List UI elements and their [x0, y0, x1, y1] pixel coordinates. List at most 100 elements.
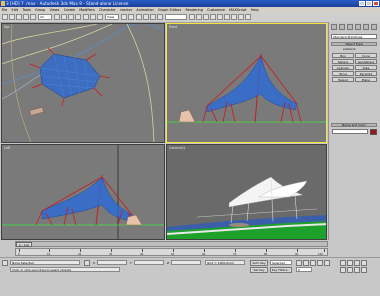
- selection-region-icon[interactable]: [68, 14, 74, 20]
- tick-label: 20: [78, 252, 82, 256]
- select-object-icon[interactable]: [54, 14, 60, 20]
- hierarchy-tab-icon[interactable]: [347, 24, 353, 30]
- next-frame-icon[interactable]: [317, 260, 323, 266]
- key-filters-button[interactable]: Key Filters...: [270, 267, 292, 273]
- minimize-button[interactable]: [359, 1, 365, 6]
- selection-filter-dropdown[interactable]: All: [38, 14, 52, 20]
- object-type-rollout[interactable]: Object Type: [331, 42, 377, 46]
- left-view-scene: [2, 145, 164, 239]
- geosphere-button[interactable]: GeoSphere: [355, 59, 377, 64]
- go-to-start-icon[interactable]: [296, 260, 302, 266]
- select-by-name-icon[interactable]: [61, 14, 67, 20]
- time-slider[interactable]: 0 / 100: [16, 242, 32, 247]
- undo-icon[interactable]: [2, 14, 8, 20]
- autogrid-checkbox[interactable]: AutoGrid: [343, 47, 355, 51]
- redo-icon[interactable]: [9, 14, 15, 20]
- app-icon: [1, 1, 5, 6]
- move-icon[interactable]: [83, 14, 89, 20]
- reference-coordinate-dropdown[interactable]: View: [105, 14, 119, 20]
- viewport-label[interactable]: Camera01: [169, 146, 186, 150]
- object-name-field[interactable]: [332, 129, 368, 134]
- material-editor-icon[interactable]: [224, 14, 230, 20]
- go-to-end-icon[interactable]: [324, 260, 330, 266]
- align-icon[interactable]: [196, 14, 202, 20]
- object-color-swatch[interactable]: [370, 129, 377, 135]
- y-coordinate-field[interactable]: [134, 260, 164, 265]
- select-link-icon[interactable]: [16, 14, 22, 20]
- mirror-icon[interactable]: [189, 14, 195, 20]
- plane-button[interactable]: Plane: [355, 77, 377, 82]
- unlink-icon[interactable]: [23, 14, 29, 20]
- create-tab-icon[interactable]: [331, 24, 337, 30]
- angle-snap-icon[interactable]: [143, 14, 149, 20]
- tick-label: 60: [202, 252, 206, 256]
- maximize-button[interactable]: [366, 1, 372, 6]
- z-coordinate-field[interactable]: [171, 260, 201, 265]
- auto-key-button[interactable]: Auto Key: [250, 260, 268, 266]
- schematic-view-icon[interactable]: [217, 14, 223, 20]
- torus-button[interactable]: Torus: [332, 71, 354, 76]
- track-bar[interactable]: 0 10 20 30 40 50 60 70 80 90 100: [15, 248, 328, 256]
- named-selection-sets[interactable]: [165, 14, 187, 20]
- scale-icon[interactable]: [97, 14, 103, 20]
- layer-manager-icon[interactable]: [203, 14, 209, 20]
- viewport-camera[interactable]: Camera01: [166, 144, 327, 240]
- grid-size-status: Grid = 1000.0mm: [205, 260, 245, 265]
- tick-label: 30: [109, 252, 113, 256]
- current-frame-field[interactable]: 0: [296, 267, 312, 272]
- set-key-button[interactable]: Set Key: [250, 267, 268, 273]
- time-slider-bar[interactable]: 0 / 100: [15, 241, 328, 247]
- viewport-label[interactable]: Left: [4, 146, 10, 150]
- rotate-icon[interactable]: [90, 14, 96, 20]
- window-crossing-icon[interactable]: [75, 14, 81, 20]
- pivot-center-icon[interactable]: [121, 14, 127, 20]
- selection-status: None Selected: [10, 260, 80, 265]
- curve-editor-icon[interactable]: [210, 14, 216, 20]
- previous-frame-icon[interactable]: [303, 260, 309, 266]
- viewport-left[interactable]: Left: [1, 144, 165, 240]
- x-coordinate-field[interactable]: [97, 260, 127, 265]
- utilities-tab-icon[interactable]: [371, 24, 377, 30]
- teapot-button[interactable]: Teapot: [332, 77, 354, 82]
- bind-space-warp-icon[interactable]: [30, 14, 36, 20]
- quick-render-icon[interactable]: [245, 14, 251, 20]
- pyramid-button[interactable]: Pyramid: [355, 71, 377, 76]
- box-button[interactable]: Box: [332, 53, 354, 58]
- zoom-extents-all-icon[interactable]: [361, 260, 367, 266]
- select-manipulate-icon[interactable]: [128, 14, 134, 20]
- cone-button[interactable]: Cone: [355, 53, 377, 58]
- cylinder-button[interactable]: Cylinder: [332, 65, 354, 70]
- snap-toggle-icon[interactable]: [136, 14, 142, 20]
- play-icon[interactable]: [310, 260, 316, 266]
- name-and-color-rollout[interactable]: Name and Color: [331, 123, 377, 127]
- viewport-label[interactable]: Front: [169, 25, 177, 29]
- close-button[interactable]: [373, 1, 379, 6]
- zoom-icon[interactable]: [340, 260, 346, 266]
- zoom-all-icon[interactable]: [347, 260, 353, 266]
- percent-snap-icon[interactable]: [150, 14, 156, 20]
- viewport-front[interactable]: Front: [166, 23, 327, 143]
- tick-label: 10: [47, 252, 51, 256]
- orbit-icon[interactable]: [354, 267, 360, 273]
- field-of-view-icon[interactable]: [340, 267, 346, 273]
- command-panel-tabs: [331, 24, 379, 31]
- x-label: X: [93, 261, 96, 265]
- pan-icon[interactable]: [347, 267, 353, 273]
- tick-label: 100: [318, 252, 323, 256]
- selected-dropdown[interactable]: Selected: [270, 260, 292, 265]
- viewport-label[interactable]: Top: [4, 25, 9, 29]
- viewport-top[interactable]: Top: [1, 23, 165, 143]
- sphere-button[interactable]: Sphere: [332, 59, 354, 64]
- display-tab-icon[interactable]: [363, 24, 369, 30]
- spinner-snap-icon[interactable]: [157, 14, 163, 20]
- maximize-viewport-icon[interactable]: [361, 267, 367, 273]
- render-setup-icon[interactable]: [231, 14, 237, 20]
- render-frame-icon[interactable]: [238, 14, 244, 20]
- tube-button[interactable]: Tube: [355, 65, 377, 70]
- zoom-extents-icon[interactable]: [354, 260, 360, 266]
- maxscript-listener-icon[interactable]: [2, 260, 8, 266]
- lock-selection-icon[interactable]: [84, 260, 90, 266]
- modify-tab-icon[interactable]: [339, 24, 345, 30]
- primitive-type-dropdown[interactable]: Standard Primitives: [331, 34, 377, 39]
- motion-tab-icon[interactable]: [355, 24, 361, 30]
